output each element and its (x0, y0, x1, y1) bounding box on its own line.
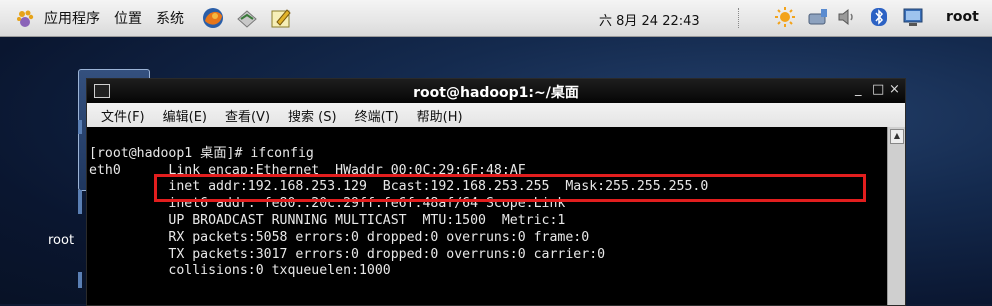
network-icon[interactable] (807, 6, 829, 28)
email-icon[interactable] (236, 7, 258, 29)
bluetooth-icon[interactable] (868, 6, 890, 28)
terminal-line: UP BROADCAST RUNNING MULTICAST MTU:1500 … (89, 212, 566, 228)
menu-view[interactable]: 查看(V) (225, 106, 270, 125)
firefox-icon[interactable] (202, 7, 224, 29)
close-button[interactable]: × (889, 82, 900, 97)
menu-places-label[interactable]: 位置 (114, 8, 142, 28)
top-panel: 应用程序 位置 系统 六 8月 24 22:43 root (0, 0, 992, 37)
terminal-line: collisions:0 txqueuelen:1000 (89, 263, 391, 279)
minimize-button[interactable]: _ (855, 82, 862, 97)
scroll-up-button[interactable]: ▲ (890, 129, 904, 144)
clock[interactable]: 六 8月 24 22:43 (599, 10, 700, 29)
desktop-icon-label[interactable]: root (48, 233, 74, 248)
terminal-line: RX packets:5058 errors:0 dropped:0 overr… (89, 229, 590, 245)
desktop-decoration (78, 120, 82, 134)
terminal-line: TX packets:3017 errors:0 dropped:0 overr… (89, 246, 606, 262)
menu-edit[interactable]: 编辑(E) (163, 106, 207, 125)
window-menubar: 文件(F) 编辑(E) 查看(V) 搜索 (S) 终端(T) 帮助(H) (87, 103, 905, 127)
desktop-decoration (78, 272, 82, 288)
gnome-foot-icon (14, 7, 36, 29)
text-editor-icon[interactable] (270, 7, 292, 29)
display-icon[interactable] (902, 6, 924, 28)
menu-system-label[interactable]: 系统 (156, 8, 184, 28)
weather-icon[interactable] (774, 6, 796, 28)
menu-help[interactable]: 帮助(H) (417, 106, 463, 125)
annotation-highlight-box (154, 174, 866, 202)
terminal-scrollbar[interactable]: ▲ (887, 127, 905, 305)
window-title: root@hadoop1:~/桌面 (413, 85, 579, 101)
menu-file[interactable]: 文件(F) (101, 106, 145, 125)
menu-search[interactable]: 搜索 (S) (288, 106, 337, 125)
desktop-decoration (78, 190, 82, 214)
terminal-line: [root@hadoop1 桌面]# ifconfig (89, 145, 314, 161)
panel-separator (738, 8, 740, 28)
window-titlebar[interactable]: root@hadoop1:~/桌面 _ □ × (87, 79, 905, 103)
terminal-output[interactable]: [root@hadoop1 桌面]# ifconfig eth0 Link enc… (87, 127, 887, 305)
applications-menu[interactable]: 应用程序 位置 系统 (10, 7, 198, 29)
maximize-button[interactable]: □ (872, 82, 884, 97)
user-menu[interactable]: root (946, 9, 979, 25)
menu-applications-label[interactable]: 应用程序 (44, 8, 100, 28)
menu-terminal[interactable]: 终端(T) (355, 106, 399, 125)
volume-icon[interactable] (836, 6, 858, 28)
